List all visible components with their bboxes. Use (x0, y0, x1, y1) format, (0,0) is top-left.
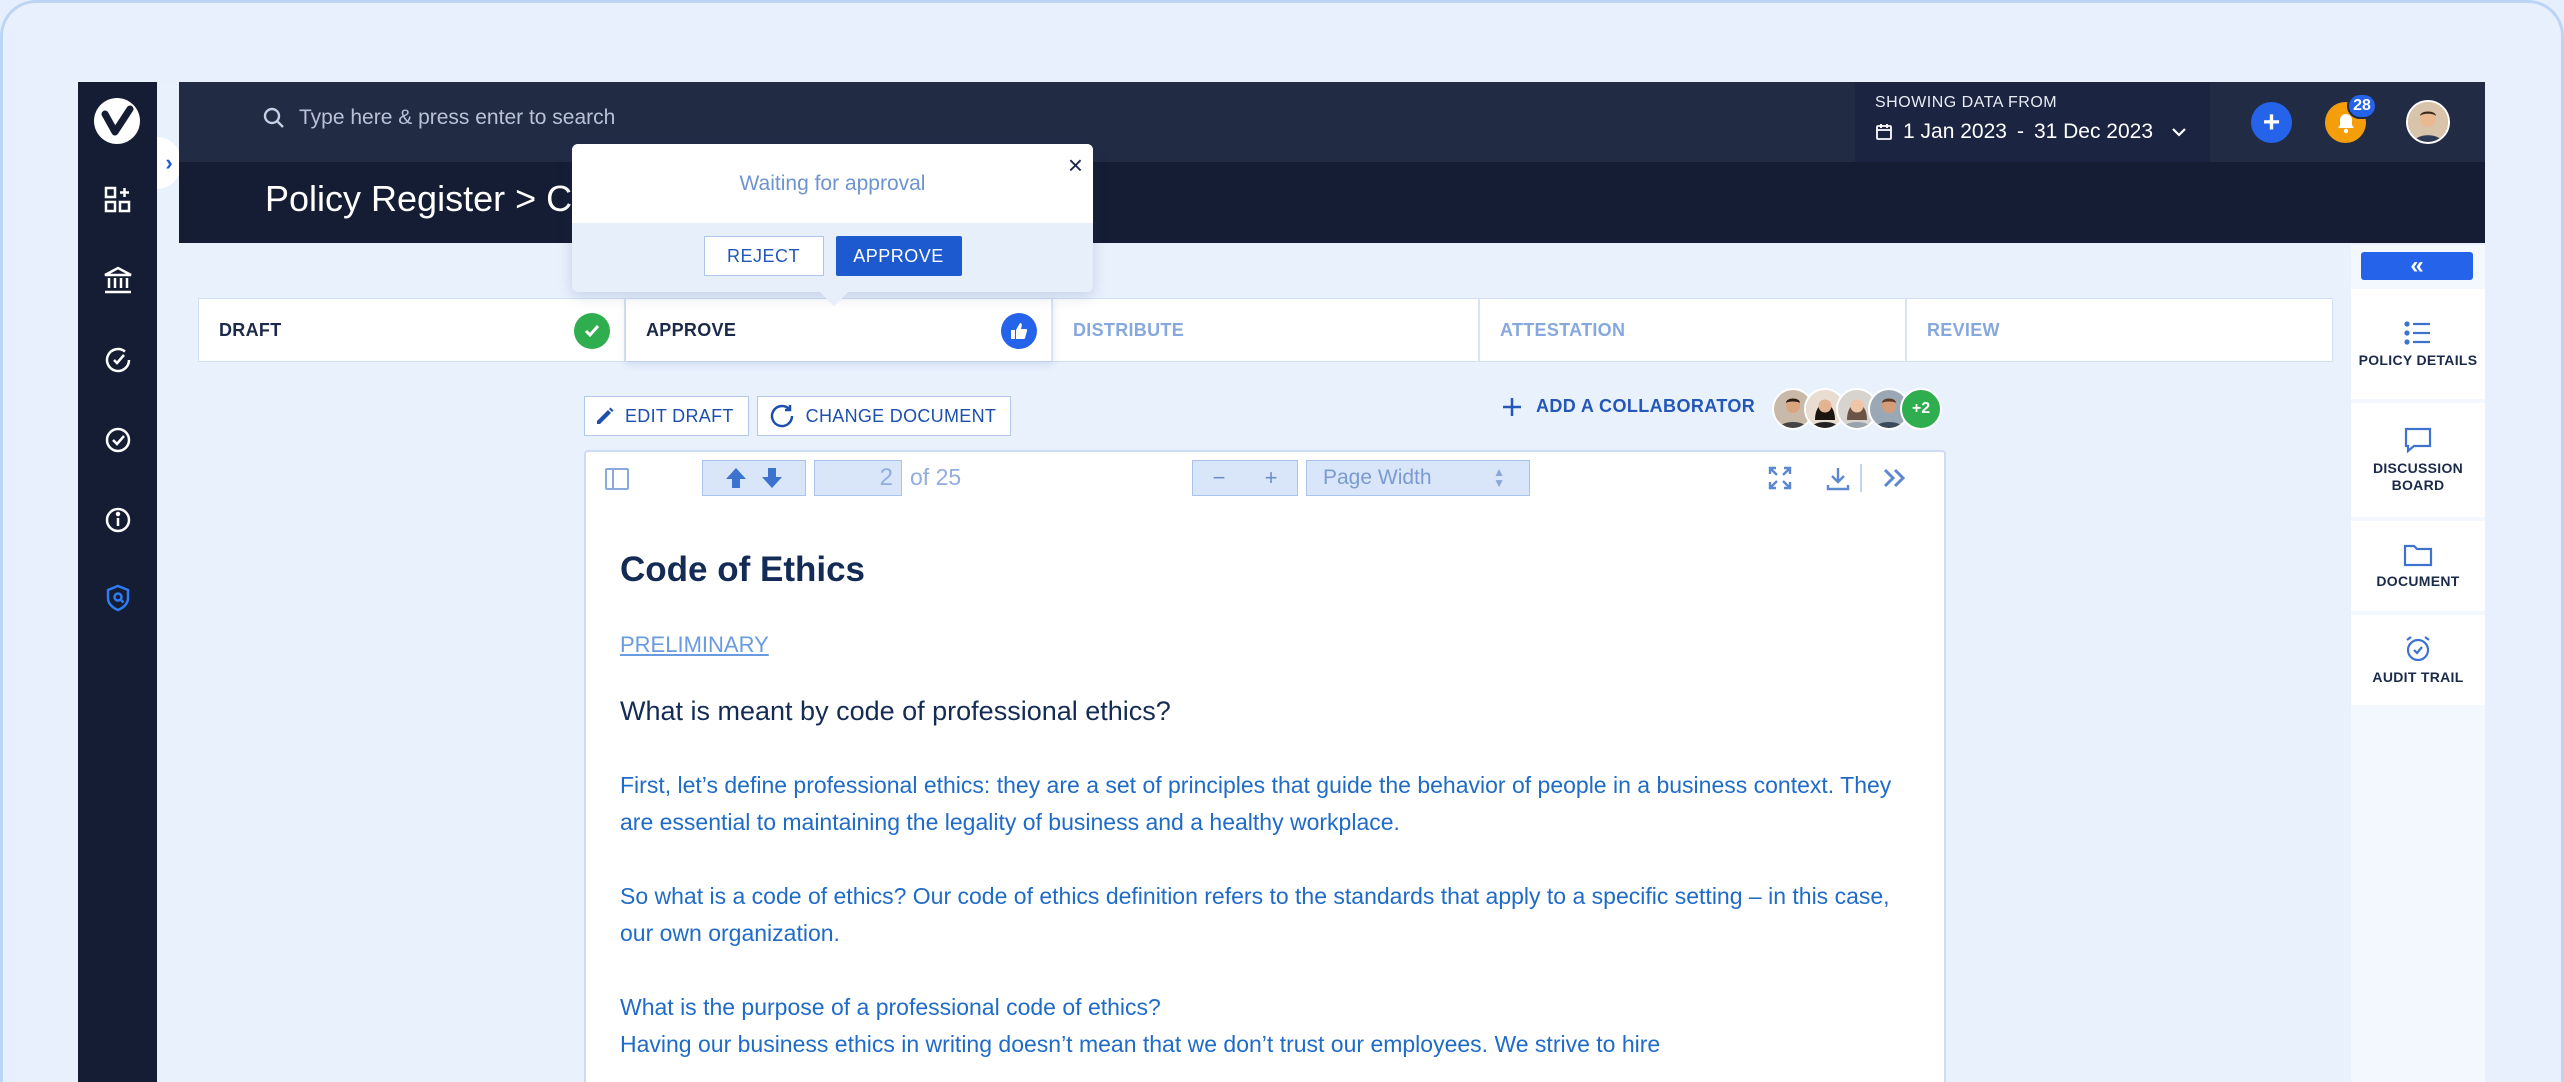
user-avatar[interactable] (2406, 100, 2450, 144)
approval-message: Waiting for approval (572, 144, 1093, 223)
plus-icon (1503, 397, 1521, 416)
step-review[interactable]: REVIEW (1907, 299, 2332, 361)
double-chevron-left-icon: « (2410, 252, 2424, 279)
page-number-input[interactable]: 2 (814, 460, 902, 496)
edit-draft-label: EDIT DRAFT (625, 405, 734, 426)
chat-icon (2404, 427, 2432, 454)
collapse-panel-button[interactable]: « (2361, 252, 2473, 280)
panel-item-label: DOCUMENT (2376, 572, 2460, 589)
bank-icon[interactable] (102, 264, 134, 296)
zoom-out-button[interactable]: − (1213, 465, 1226, 491)
download-icon[interactable] (1824, 464, 1852, 492)
create-button[interactable]: + (2251, 102, 2292, 143)
arrow-up-icon[interactable] (724, 466, 748, 490)
shield-search-icon[interactable] (102, 582, 134, 614)
document-actions: EDIT DRAFT CHANGE DOCUMENT (584, 396, 1012, 436)
folder-icon (2403, 544, 2433, 566)
zoom-in-button[interactable]: + (1265, 465, 1278, 491)
panel-item-label: AUDIT TRAIL (2372, 668, 2464, 685)
alarm-clock-icon (2406, 635, 2430, 661)
change-document-button[interactable]: CHANGE DOCUMENT (756, 396, 1012, 436)
date-range-label: SHOWING DATA FROM (1875, 94, 2058, 111)
search-icon (263, 107, 284, 128)
paragraph: Having our business ethics in writing do… (620, 1031, 1661, 1057)
info-icon[interactable] (102, 504, 134, 536)
check-circle-icon[interactable] (102, 424, 134, 456)
add-collaborator-button[interactable]: ADD A COLLABORATOR (1502, 396, 1755, 417)
more-collaborators-badge[interactable]: +2 (1900, 388, 1942, 430)
panel-item-audit-trail[interactable]: AUDIT TRAIL (2351, 615, 2485, 705)
document-content: Code of Ethics PRELIMINARY What is meant… (620, 550, 1910, 1063)
panel-item-discussion-board[interactable]: DISCUSSION BOARD (2351, 403, 2485, 517)
top-bar: Type here & press enter to search SHOWIN… (179, 82, 2485, 162)
search-bar[interactable]: Type here & press enter to search (263, 106, 615, 130)
step-label: ATTESTATION (1500, 319, 1626, 340)
close-icon[interactable]: × (1068, 150, 1083, 181)
step-draft[interactable]: DRAFT (199, 299, 626, 361)
sidebar-toggle-icon[interactable] (604, 466, 630, 492)
approve-button[interactable]: APPROVE (835, 236, 962, 276)
panel-item-label: DISCUSSION BOARD (2372, 460, 2464, 493)
step-label: DISTRIBUTE (1073, 319, 1184, 340)
double-chevron-right-icon[interactable] (1880, 464, 1910, 492)
zoom-mode-select[interactable]: Page Width ▲ ▼ (1306, 460, 1530, 496)
document-title: Code of Ethics (620, 550, 866, 589)
date-start: 1 Jan 2023 (1903, 120, 2007, 143)
zoom-mode-value: Page Width (1323, 466, 1432, 489)
list-icon (2404, 320, 2430, 345)
arrow-down-icon[interactable] (760, 466, 784, 490)
panel-item-document[interactable]: DOCUMENT (2351, 521, 2485, 611)
page-total: of 25 (910, 464, 962, 490)
select-arrows-icon: ▲ ▼ (1493, 465, 1505, 490)
toolbar-divider (1860, 464, 1862, 492)
step-label: DRAFT (219, 319, 282, 340)
date-range-picker[interactable]: SHOWING DATA FROM 1 Jan 2023 - 31 Dec 20… (1855, 82, 2210, 162)
step-label: APPROVE (646, 319, 737, 340)
panel-item-label: POLICY DETAILS (2358, 351, 2478, 368)
app-window: › Type here & press enter to search SHOW… (78, 82, 2485, 1082)
page-title-bar: Policy Register > Code of Ethics Draft (179, 162, 2485, 243)
edit-draft-button[interactable]: EDIT DRAFT (584, 396, 749, 436)
left-nav-rail (78, 82, 157, 1082)
approval-popover: Waiting for approval × REJECT APPROVE (572, 144, 1093, 307)
change-document-label: CHANGE DOCUMENT (805, 405, 997, 426)
panel-item-policy-details[interactable]: POLICY DETAILS (2351, 289, 2485, 399)
expand-nav-button[interactable]: › (157, 137, 181, 189)
calendar-icon (1876, 124, 1892, 140)
paragraph: What is the purpose of a professional co… (620, 994, 1161, 1020)
document-status-link[interactable]: PRELIMINARY (620, 632, 1910, 658)
step-label: REVIEW (1927, 319, 2000, 340)
page-nav-buttons (702, 460, 806, 496)
step-attestation[interactable]: ATTESTATION (1480, 299, 1907, 361)
step-distribute[interactable]: DISTRIBUTE (1053, 299, 1480, 361)
reject-button[interactable]: REJECT (703, 236, 824, 276)
document-viewer: 2 of 25 − + Page Width ▲ ▼ Code of Ethics (584, 450, 1946, 1082)
paragraph: First, let’s define professional ethics:… (620, 772, 1892, 835)
search-input[interactable]: Type here & press enter to search (299, 106, 615, 130)
app-logo[interactable] (94, 98, 140, 144)
fullscreen-icon[interactable] (1766, 464, 1794, 492)
add-collaborator-label: ADD A COLLABORATOR (1536, 396, 1756, 416)
refresh-circle-icon[interactable] (102, 344, 134, 376)
date-separator: - (2016, 120, 2024, 143)
refresh-icon (770, 404, 793, 428)
date-end: 31 Dec 2023 (2033, 120, 2154, 143)
collaborator-avatars[interactable]: +2 (1772, 388, 1942, 430)
paragraph: So what is a code of ethics? Our code of… (620, 883, 1890, 946)
thumbs-up-icon (1001, 313, 1037, 349)
step-approve[interactable]: APPROVE (626, 299, 1053, 361)
check-circle-icon (574, 313, 610, 349)
chevron-down-icon (2172, 128, 2186, 137)
viewer-toolbar: 2 of 25 − + Page Width ▲ ▼ (586, 452, 1944, 512)
zoom-controls: − + (1192, 460, 1298, 496)
right-side-panel: « POLICY DETAILS DISCUSSION BOARD DOCUME… (2351, 245, 2485, 1082)
notification-count-badge: 28 (2347, 93, 2377, 119)
plus-icon: + (2262, 105, 2281, 139)
section-heading: What is meant by code of professional et… (620, 696, 1171, 726)
dashboard-add-icon[interactable] (102, 184, 134, 216)
pencil-icon (597, 407, 614, 424)
workflow-stepper: DRAFT APPROVE DISTRIBUTE ATTESTATION REV… (198, 298, 2333, 362)
